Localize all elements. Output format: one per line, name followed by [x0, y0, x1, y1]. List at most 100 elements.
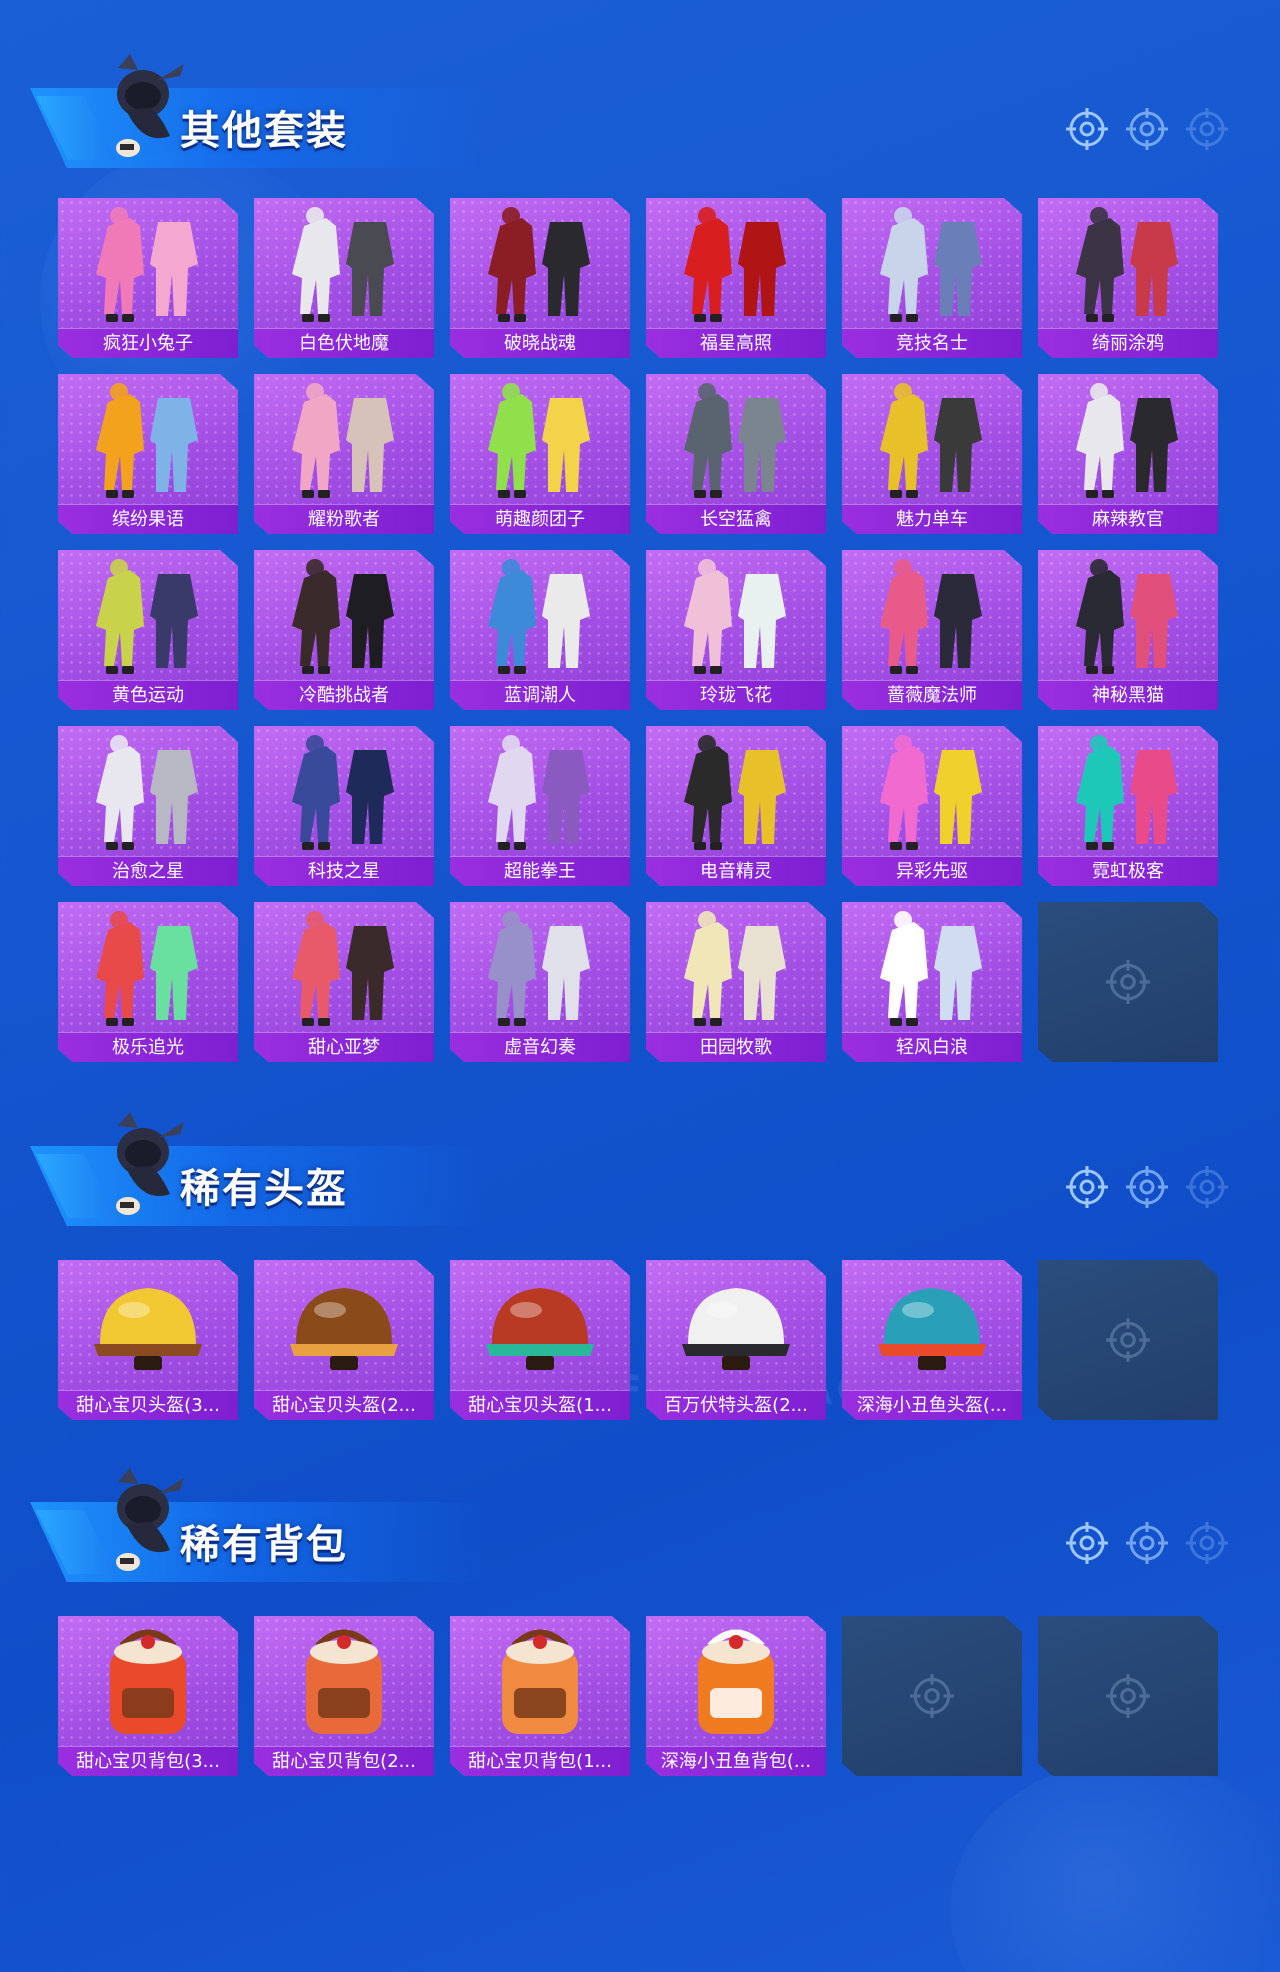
section-title: 稀有背包	[180, 1522, 348, 1568]
crosshair-icon	[1126, 108, 1168, 150]
reticle-decorations	[1064, 1520, 1230, 1566]
item-label: 长空猛禽	[646, 504, 826, 534]
section-title: 稀有头盔	[180, 1166, 348, 1212]
item-label: 甜心宝贝头盔(1...	[450, 1390, 630, 1420]
section-helmets: 稀有头盔 甜心宝贝头盔(3... 甜心宝贝头盔(2... 甜心宝贝头盔(1... 百万…	[0, 1108, 1280, 1428]
item-label: 虚音幻奏	[450, 1032, 630, 1062]
item-label: 萌趣颜团子	[450, 504, 630, 534]
outfit-image	[684, 383, 786, 498]
outfit-image	[684, 207, 786, 322]
item-label: 科技之星	[254, 856, 434, 886]
item-card[interactable]: 甜心亚梦	[254, 902, 434, 1062]
item-card[interactable]: 霓虹极客	[1038, 726, 1218, 886]
item-card[interactable]: 超能拳王	[450, 726, 630, 886]
item-card[interactable]: 治愈之星	[58, 726, 238, 886]
item-label: 疯狂小兔子	[58, 328, 238, 358]
item-label: 甜心宝贝头盔(3...	[58, 1390, 238, 1420]
outfit-image	[292, 207, 394, 322]
item-card[interactable]: 魅力单车	[842, 374, 1022, 534]
section-header: 稀有背包	[30, 1464, 1230, 1584]
empty-slot	[1038, 1616, 1218, 1776]
item-card[interactable]: 耀粉歌者	[254, 374, 434, 534]
reticle-decorations	[1064, 1164, 1230, 1210]
item-label: 黄色运动	[58, 680, 238, 710]
item-card[interactable]: 麻辣教官	[1038, 374, 1218, 534]
item-grid: 甜心宝贝头盔(3... 甜心宝贝头盔(2... 甜心宝贝头盔(1... 百万伏特头盔(…	[58, 1260, 1218, 1420]
outfit-image	[96, 383, 198, 498]
item-label: 极乐追光	[58, 1032, 238, 1062]
backpack-image	[502, 1629, 578, 1734]
item-card[interactable]: 甜心宝贝头盔(1...	[450, 1260, 630, 1420]
item-card[interactable]: 蔷薇魔法师	[842, 550, 1022, 710]
item-card[interactable]: 黄色运动	[58, 550, 238, 710]
section-title: 其他套装	[180, 108, 348, 154]
outfit-image	[292, 383, 394, 498]
section-header: 稀有头盔	[30, 1108, 1230, 1228]
empty-slot	[842, 1616, 1022, 1776]
outfit-image	[488, 383, 590, 498]
item-card[interactable]: 轻风白浪	[842, 902, 1022, 1062]
outfit-image	[684, 559, 786, 674]
crosshair-icon	[910, 1674, 954, 1718]
item-card[interactable]: 竞技名士	[842, 198, 1022, 358]
crosshair-icon	[1126, 1166, 1168, 1208]
backpack-image	[698, 1629, 774, 1734]
item-card[interactable]: 萌趣颜团子	[450, 374, 630, 534]
item-label: 百万伏特头盔(2...	[646, 1390, 826, 1420]
item-card[interactable]: 玲珑飞花	[646, 550, 826, 710]
item-label: 甜心宝贝背包(1...	[450, 1746, 630, 1776]
crosshair-icon	[1066, 1166, 1108, 1208]
item-card[interactable]: 深海小丑鱼背包(...	[646, 1616, 826, 1776]
outfit-image	[684, 911, 786, 1026]
crosshair-icon	[1106, 960, 1150, 1004]
outfit-image	[488, 735, 590, 850]
outfit-image	[488, 911, 590, 1026]
crosshair-icon	[1186, 1166, 1228, 1208]
item-card[interactable]: 疯狂小兔子	[58, 198, 238, 358]
outfit-image	[1076, 559, 1178, 674]
item-card[interactable]: 破晓战魂	[450, 198, 630, 358]
item-label: 冷酷挑战者	[254, 680, 434, 710]
reticle-decorations	[1064, 106, 1230, 152]
item-card[interactable]: 白色伏地魔	[254, 198, 434, 358]
item-card[interactable]: 福星高照	[646, 198, 826, 358]
item-card[interactable]: 神秘黑猫	[1038, 550, 1218, 710]
item-card[interactable]: 甜心宝贝头盔(3...	[58, 1260, 238, 1420]
crosshair-icon	[1106, 1674, 1150, 1718]
item-card[interactable]: 异彩先驱	[842, 726, 1022, 886]
item-card[interactable]: 绮丽涂鸦	[1038, 198, 1218, 358]
outfit-image	[880, 735, 982, 850]
outfit-image	[880, 207, 982, 322]
helmet-image	[94, 1288, 202, 1370]
crosshair-icon	[1186, 1522, 1228, 1564]
item-card[interactable]: 长空猛禽	[646, 374, 826, 534]
item-card[interactable]: 冷酷挑战者	[254, 550, 434, 710]
item-card[interactable]: 甜心宝贝头盔(2...	[254, 1260, 434, 1420]
item-card[interactable]: 百万伏特头盔(2...	[646, 1260, 826, 1420]
item-label: 缤纷果语	[58, 504, 238, 534]
item-card[interactable]: 甜心宝贝背包(1...	[450, 1616, 630, 1776]
item-card[interactable]: 甜心宝贝背包(3...	[58, 1616, 238, 1776]
item-card[interactable]: 蓝调潮人	[450, 550, 630, 710]
item-label: 神秘黑猫	[1038, 680, 1218, 710]
item-label: 甜心宝贝背包(3...	[58, 1746, 238, 1776]
item-label: 竞技名士	[842, 328, 1022, 358]
item-card[interactable]: 深海小丑鱼头盔(...	[842, 1260, 1022, 1420]
item-card[interactable]: 电音精灵	[646, 726, 826, 886]
item-card[interactable]: 甜心宝贝背包(2...	[254, 1616, 434, 1776]
helmet-image	[290, 1288, 398, 1370]
item-grid: 甜心宝贝背包(3... 甜心宝贝背包(2... 甜心宝贝背包(1... 深海小丑鱼背包…	[58, 1616, 1218, 1776]
item-label: 蓝调潮人	[450, 680, 630, 710]
crosshair-icon	[1126, 1522, 1168, 1564]
item-card[interactable]: 缤纷果语	[58, 374, 238, 534]
crosshair-icon	[1066, 108, 1108, 150]
item-card[interactable]: 科技之星	[254, 726, 434, 886]
item-card[interactable]: 田园牧歌	[646, 902, 826, 1062]
section-outfits: 其他套装 疯狂小兔子 白色伏地魔 破晓战魂 福星高照 竞技名士 绮丽涂鸦缤纷果语 耀粉歌者萌…	[0, 50, 1280, 1062]
crosshair-icon	[1186, 108, 1228, 150]
item-card[interactable]: 极乐追光	[58, 902, 238, 1062]
item-card[interactable]: 虚音幻奏	[450, 902, 630, 1062]
crosshair-icon	[1066, 1522, 1108, 1564]
item-label: 甜心宝贝头盔(2...	[254, 1390, 434, 1420]
outfit-image	[292, 911, 394, 1026]
